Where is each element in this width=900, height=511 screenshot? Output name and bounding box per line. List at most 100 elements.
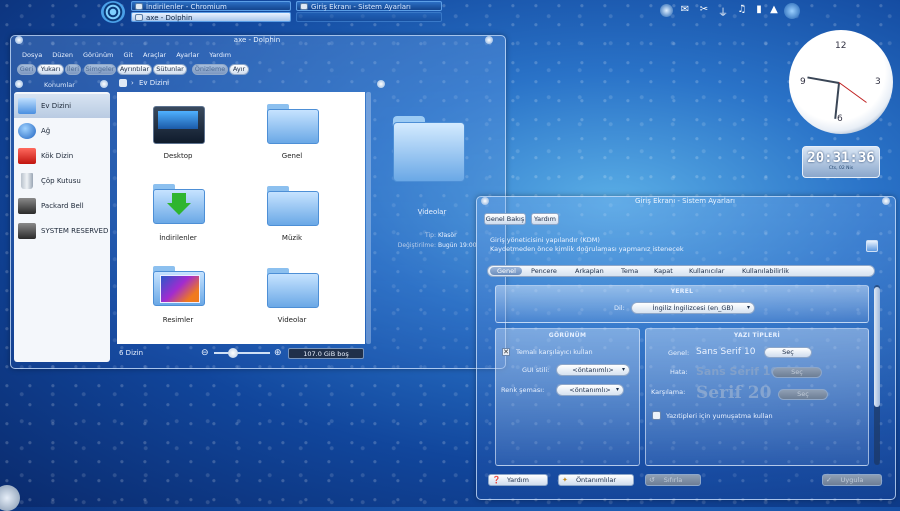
red-folder-icon [18,148,36,164]
gui-style-select[interactable]: <öntanımlı> ▾ [556,364,630,376]
zoom-slider-handle[interactable] [228,348,238,358]
places-item-label: Ağ [41,127,51,135]
places-item-packard-bell[interactable]: Packard Bell [14,194,110,218]
view-mode-buttons: Simgeler Ayrıntılar Sütunlar [84,64,187,75]
zoom-in-icon[interactable]: ⊕ [274,348,282,358]
clock-number: 6 [837,114,843,124]
places-item-label: Kök Dizin [41,152,74,160]
icons-view-button[interactable]: Simgeler [84,64,116,75]
preview-button[interactable]: Önizleme [192,64,228,75]
forward-button[interactable]: İleri [65,64,81,75]
notifications-icon[interactable] [660,4,673,17]
back-button[interactable]: Geri [17,64,36,75]
dolphin-window-menu-icon[interactable] [15,36,23,44]
location-bar[interactable]: › Ev Dizini [117,78,365,90]
taskbar-task-chromium[interactable]: İndirilenler - Chromium [131,1,291,11]
reset-label: Sıfırla [663,476,683,484]
choose-failure-font-button[interactable]: Seç [772,367,822,378]
failure-font-preview: Sans Serif 10 [696,365,779,378]
taskbar-empty-slot [296,12,442,22]
tab-theme[interactable]: Tema [621,267,638,275]
menu-tools[interactable]: Araçlar [143,51,166,59]
navigation-buttons: Geri Yukarı İleri [17,64,81,75]
places-pin-icon[interactable] [15,80,23,88]
panel-toolbox-icon[interactable]: ▲ [769,4,779,19]
zoom-out-icon[interactable]: ⊖ [201,348,209,358]
menu-view[interactable]: Görünüm [83,51,113,59]
reset-button[interactable]: ↺ Sıfırla [645,474,701,486]
chromium-icon [135,3,143,10]
help-bottom-button[interactable]: ❓ Yardım [488,474,548,486]
antialias-checkbox[interactable] [652,411,661,420]
tab-general[interactable]: Genel [497,267,516,275]
choose-general-font-button[interactable]: Seç [764,347,812,358]
desktop-folder-icon [153,106,205,144]
file-view[interactable]: Desktop Genel İndirilenler Müzik Resimle… [117,92,365,344]
language-select[interactable]: İngiliz İngilizcesi (en_GB) ▾ [631,302,755,314]
defaults-button[interactable]: ✦ Öntanımlılar [558,474,634,486]
drive-icon [18,223,36,239]
themed-greeter-checkbox[interactable]: ✕ [502,348,510,356]
color-scheme-select[interactable]: <öntanımlı> ▾ [556,384,624,396]
breadcrumb[interactable]: Ev Dizini [139,79,169,87]
apply-button[interactable]: ✓ Uygula [822,474,882,486]
places-item-home[interactable]: Ev Dizini [14,94,110,118]
choose-greeting-font-button[interactable]: Seç [778,389,828,400]
info-panel-pin-icon[interactable] [377,80,385,88]
places-item-system-reserved[interactable]: SYSTEM RESERVED [14,219,110,243]
dolphin-close-icon[interactable] [485,36,493,44]
places-item-root[interactable]: Kök Dizin [14,144,110,168]
downloads-folder-icon [153,184,205,224]
kde-launcher-icon[interactable] [101,1,125,23]
tab-convenience[interactable]: Kullanılabilirlik [742,267,789,275]
info-item-name: Videolar [417,208,447,216]
zoom-slider[interactable] [214,348,270,358]
digital-clock: 20:31:36 Cts, 02 Nis [802,146,880,178]
tab-window[interactable]: Pencere [531,267,557,275]
mail-icon[interactable]: ✉ [678,4,692,19]
taskbar-task-settings[interactable]: Giriş Ekranı - Sistem Ayarları [296,1,442,11]
klipper-scissors-icon[interactable]: ✂ [697,4,711,19]
panel-cashew-icon[interactable] [784,3,800,19]
places-item-trash[interactable]: Çöp Kutusu [14,169,110,193]
volume-icon[interactable]: ♫ [735,4,749,19]
menu-help[interactable]: Yardım [209,51,231,59]
details-view-button[interactable]: Ayrıntılar [117,64,152,75]
taskbar-task-dolphin[interactable]: axe - Dolphin [131,12,291,22]
digital-time: 20:31:36 [807,150,875,166]
settings-scrollbar-handle[interactable] [874,287,880,407]
file-view-scrollbar[interactable] [366,92,371,344]
menu-go[interactable]: Git [123,51,132,59]
usb-device-icon[interactable]: ⏚ [716,4,730,19]
menu-settings[interactable]: Ayarlar [176,51,199,59]
info-modified-label: Değiştirilme: [397,242,436,249]
locale-section-title: YEREL [670,288,694,295]
file-label: Müzik [281,234,303,242]
failure-font-label: Hata: [670,368,688,376]
tab-shutdown[interactable]: Kapat [654,267,673,275]
battery-icon[interactable]: ▮ [754,4,764,19]
menu-edit[interactable]: Düzen [52,51,73,59]
tab-users[interactable]: Kullanıcılar [689,267,724,275]
columns-view-button[interactable]: Sütunlar [153,64,187,75]
clock-number: 12 [835,41,847,51]
settings-window-menu-icon[interactable] [481,197,489,205]
settings-scrollbar[interactable] [874,285,880,465]
file-label: İndirilenler [159,234,197,242]
network-globe-icon [18,123,36,139]
desktop-toolbox-icon[interactable] [0,485,20,511]
tab-background[interactable]: Arkaplan [575,267,604,275]
split-button[interactable]: Ayır [229,64,249,75]
language-label: Dil: [614,304,625,312]
settings-close-icon[interactable] [882,197,890,205]
help-top-button[interactable]: Yardım [531,213,559,225]
info-type-label: Tip: [425,232,436,239]
digital-date: Cts, 02 Nis [828,166,854,171]
gui-style-value: <öntanımlı> [572,366,614,374]
overview-button[interactable]: Genel Bakış [484,213,526,225]
up-button[interactable]: Yukarı [37,64,64,75]
places-close-icon[interactable] [100,80,108,88]
places-item-network[interactable]: Ağ [14,119,110,143]
defaults-label: Öntanımlılar [575,476,617,484]
menu-file[interactable]: Dosya [22,51,42,59]
